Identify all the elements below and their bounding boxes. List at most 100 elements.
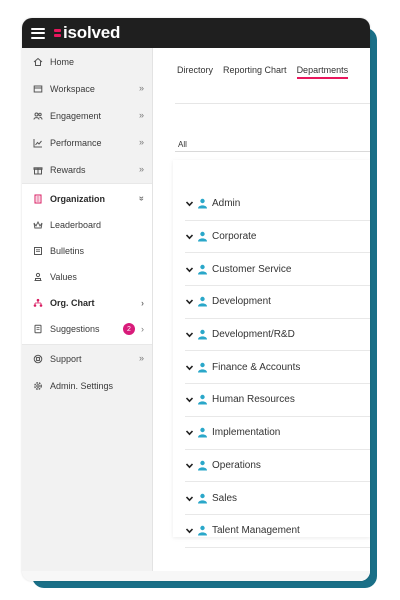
sidebar-item-engagement[interactable]: Engagement » (22, 102, 152, 129)
sidebar-item-org-chart[interactable]: Org. Chart › (22, 290, 152, 316)
sidebar-item-label: Support (50, 353, 82, 364)
department-row[interactable]: Sales (185, 482, 370, 515)
sidebar-item-support[interactable]: Support » (22, 345, 152, 372)
chevron-right-icon: › (141, 297, 144, 308)
department-row[interactable]: Operations (185, 450, 370, 483)
sidebar-item-label: Suggestions (50, 324, 100, 334)
department-name: Development (212, 296, 271, 308)
chevron-down-icon[interactable] (185, 297, 194, 306)
chevron-down-icon[interactable] (185, 526, 194, 535)
person-icon (197, 427, 208, 438)
menu-icon[interactable] (31, 27, 45, 39)
department-row[interactable]: Implementation (185, 417, 370, 450)
person-icon (197, 296, 208, 307)
sidebar-item-label: Rewards (50, 164, 86, 175)
sidebar-item-performance[interactable]: Performance » (22, 129, 152, 156)
org-chart-icon (33, 298, 43, 308)
sidebar-item-leaderboard[interactable]: Leaderboard (22, 212, 152, 238)
tab-divider (175, 103, 370, 104)
department-row[interactable]: Customer Service (185, 253, 370, 287)
chevron-right-icon: › (141, 323, 144, 334)
tab-departments[interactable]: Departments (296, 65, 348, 79)
sidebar-item-label: Workspace (50, 83, 95, 94)
tab-directory[interactable]: Directory (177, 65, 213, 75)
double-chevron-down-icon: » (136, 195, 147, 202)
department-row[interactable]: Finance & Accounts (185, 351, 370, 385)
home-icon (33, 57, 43, 67)
person-icon (197, 525, 208, 536)
chevron-down-icon[interactable] (185, 494, 194, 503)
person-icon (197, 460, 208, 471)
sidebar-item-values[interactable]: Values (22, 264, 152, 290)
person-icon (197, 493, 208, 504)
department-filter[interactable]: All (178, 140, 187, 149)
values-icon (33, 272, 43, 282)
building-icon (33, 194, 43, 204)
department-name: Finance & Accounts (212, 361, 301, 373)
notification-badge: 2 (123, 323, 135, 335)
sidebar-item-bulletins[interactable]: Bulletins (22, 238, 152, 264)
department-name: Human Resources (212, 394, 295, 406)
chevron-down-icon[interactable] (185, 395, 194, 404)
filter-underline (175, 151, 370, 152)
sidebar-item-home[interactable]: Home (22, 48, 152, 75)
sidebar-item-label: Organization (50, 193, 106, 204)
logo[interactable]: isolved (54, 23, 120, 43)
sidebar-item-workspace[interactable]: Workspace » (22, 75, 152, 102)
main-content: Directory Reporting Chart Departments All … (153, 48, 370, 581)
department-name: Sales (212, 492, 238, 504)
department-row[interactable]: Human Resources (185, 384, 370, 417)
tab-reporting-chart[interactable]: Reporting Chart (223, 65, 287, 75)
sidebar-item-label: Bulletins (50, 246, 85, 256)
department-list: Admin Corporate Customer Service Developmen… (185, 188, 370, 548)
sidebar-item-label: Values (50, 272, 77, 282)
chevron-down-icon[interactable] (185, 265, 194, 274)
sidebar-item-rewards[interactable]: Rewards » (22, 156, 152, 183)
department-name: Implementation (212, 427, 281, 439)
chart-icon (33, 138, 43, 148)
workspace-icon (33, 84, 43, 94)
sidebar-item-label: Org. Chart (50, 298, 95, 308)
sidebar-item-label: Performance (50, 137, 102, 148)
logo-mark-icon (54, 28, 62, 38)
double-chevron-icon: » (138, 353, 144, 363)
gift-icon (33, 165, 43, 175)
crown-icon (33, 220, 43, 230)
support-icon (33, 354, 43, 364)
bulletin-icon (33, 246, 43, 256)
sidebar-item-suggestions[interactable]: Suggestions 2 › (22, 316, 152, 342)
person-icon (197, 329, 208, 340)
sidebar-item-organization[interactable]: Organization » (22, 185, 152, 212)
chevron-down-icon[interactable] (185, 428, 194, 437)
sidebar-item-label: Leaderboard (50, 220, 102, 230)
sidebar-item-label: Admin. Settings (50, 380, 114, 391)
chevron-down-icon[interactable] (185, 232, 194, 241)
department-name: Customer Service (212, 263, 292, 275)
chevron-down-icon[interactable] (185, 330, 194, 339)
chevron-down-icon[interactable] (185, 199, 194, 208)
chevron-down-icon[interactable] (185, 461, 194, 470)
department-row[interactable]: Development/R&D (185, 319, 370, 352)
double-chevron-icon: » (138, 83, 144, 93)
logo-text: isolved (63, 23, 121, 42)
sidebar-item-label: Engagement (50, 110, 102, 121)
suggestions-icon (33, 324, 43, 334)
top-bar: isolved (22, 18, 370, 48)
sidebar-item-admin-settings[interactable]: Admin. Settings (22, 372, 152, 399)
department-row[interactable]: Corporate (185, 221, 370, 254)
department-row[interactable]: Admin (185, 188, 370, 221)
department-name: Development/R&D (212, 329, 295, 341)
double-chevron-icon: » (138, 137, 144, 147)
sidebar-item-label: Home (50, 56, 75, 67)
department-name: Talent Management (212, 525, 300, 537)
people-icon (33, 111, 43, 121)
department-row[interactable]: Development (185, 286, 370, 319)
department-row[interactable]: Talent Management (185, 515, 370, 548)
person-icon (197, 264, 208, 275)
tab-bar: Directory Reporting Chart Departments (177, 65, 358, 79)
department-name: Corporate (212, 231, 257, 243)
chevron-down-icon[interactable] (185, 363, 194, 372)
double-chevron-icon: » (138, 110, 144, 120)
sidebar: Home Workspace » Engagement » Performance » Rew… (22, 48, 153, 581)
organization-group: Organization » Leaderboard Bulletins Values O… (22, 183, 152, 345)
